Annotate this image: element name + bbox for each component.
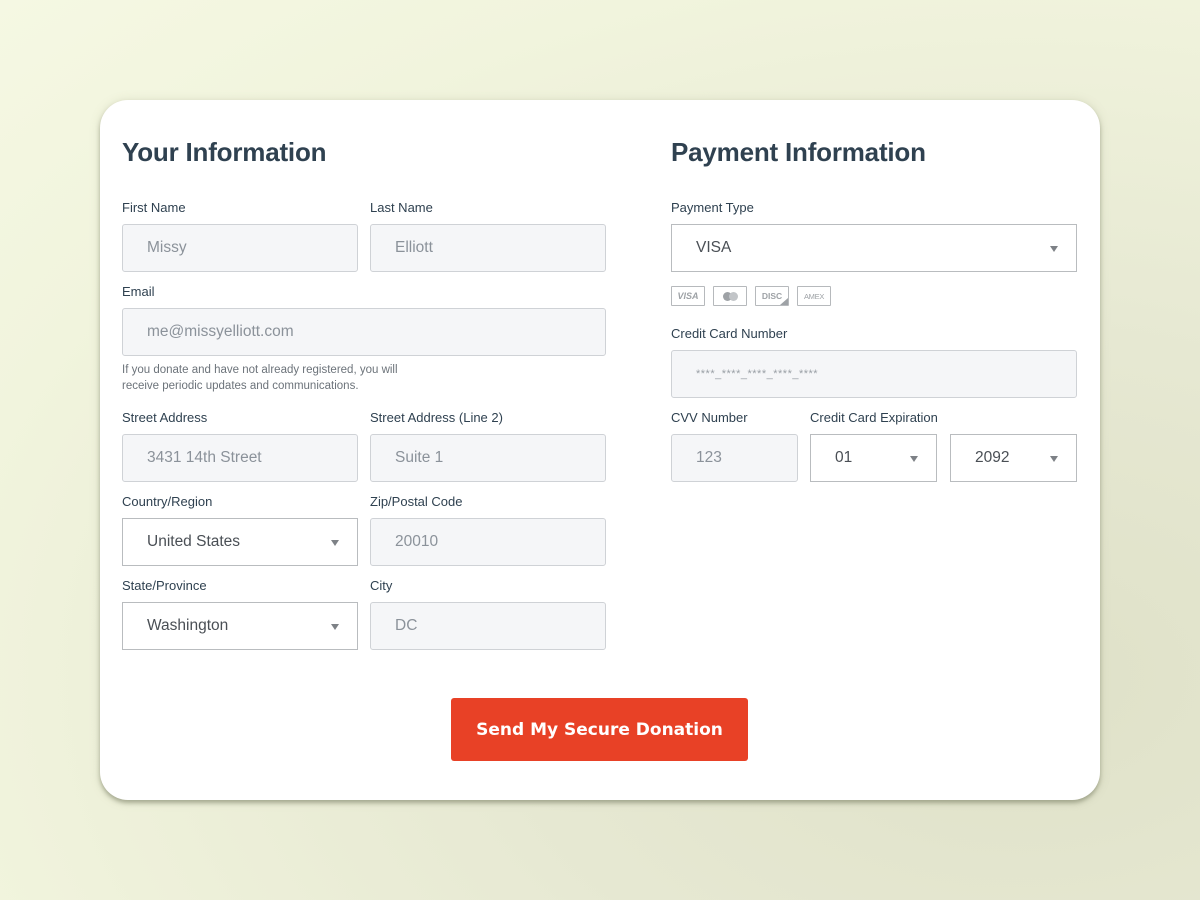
street-address-input[interactable]: 3431 14th Street (122, 434, 358, 482)
cvv-input[interactable]: 123 (671, 434, 798, 482)
expiration-month-value: 01 (835, 449, 853, 466)
last-name-input[interactable]: Elliott (370, 224, 606, 272)
country-label: Country/Region (122, 494, 213, 509)
street-address-label: Street Address (122, 410, 208, 425)
street-address-2-label: Street Address (Line 2) (370, 410, 503, 425)
payment-type-select[interactable]: VISA (671, 224, 1077, 272)
city-value: DC (395, 617, 418, 634)
your-information-title: Your Information (122, 137, 327, 167)
send-donation-button[interactable]: Send My Secure Donation (451, 698, 748, 761)
card-number-value: ****_****_****_****_**** (696, 368, 819, 380)
street-address-2-value: Suite 1 (395, 449, 444, 466)
zip-value: 20010 (395, 533, 439, 550)
chevron-down-icon (1050, 246, 1058, 252)
first-name-input[interactable]: Missy (122, 224, 358, 272)
cvv-value: 123 (696, 449, 722, 466)
email-help-line-1: If you donate and have not already regis… (122, 364, 398, 376)
mastercard-icon (713, 286, 747, 306)
chevron-down-icon (1050, 456, 1058, 462)
country-select[interactable]: United States (122, 518, 358, 566)
discover-icon: DISC (755, 286, 789, 306)
payment-type-value: VISA (696, 239, 732, 256)
last-name-label: Last Name (370, 200, 433, 215)
city-label: City (370, 578, 393, 593)
chevron-down-icon (331, 624, 339, 630)
amex-icon: AMEX (797, 286, 831, 306)
expiration-month-select[interactable]: 01 (810, 434, 937, 482)
cvv-label: CVV Number (671, 410, 748, 425)
first-name-label: First Name (122, 200, 186, 215)
country-value: United States (147, 533, 241, 550)
first-name-value: Missy (147, 239, 187, 256)
street-address-value: 3431 14th Street (147, 449, 262, 466)
email-input[interactable]: me@missyelliott.com (122, 308, 606, 356)
state-label: State/Province (122, 578, 207, 593)
donation-form-card: Your Information First Name Missy Last N… (100, 100, 1100, 800)
state-select[interactable]: Washington (122, 602, 358, 650)
email-help-text: If you donate and have not already regis… (122, 362, 442, 394)
payment-information-title: Payment Information (671, 137, 926, 167)
email-help-line-2: receive periodic updates and communicati… (122, 380, 359, 392)
zip-input[interactable]: 20010 (370, 518, 606, 566)
zip-label: Zip/Postal Code (370, 494, 463, 509)
city-input[interactable]: DC (370, 602, 606, 650)
chevron-down-icon (331, 540, 339, 546)
last-name-value: Elliott (395, 239, 433, 256)
chevron-down-icon (910, 456, 918, 462)
email-label: Email (122, 284, 155, 299)
visa-icon: VISA (671, 286, 705, 306)
payment-type-label: Payment Type (671, 200, 754, 215)
expiration-year-value: 2092 (975, 449, 1010, 466)
email-value: me@missyelliott.com (147, 323, 294, 340)
state-value: Washington (147, 617, 229, 634)
expiration-year-select[interactable]: 2092 (950, 434, 1077, 482)
expiration-label: Credit Card Expiration (810, 410, 938, 425)
card-number-label: Credit Card Number (671, 326, 788, 341)
card-number-input[interactable]: ****_****_****_****_**** (671, 350, 1077, 398)
card-logos: VISA DISC AMEX (671, 286, 831, 306)
street-address-2-input[interactable]: Suite 1 (370, 434, 606, 482)
